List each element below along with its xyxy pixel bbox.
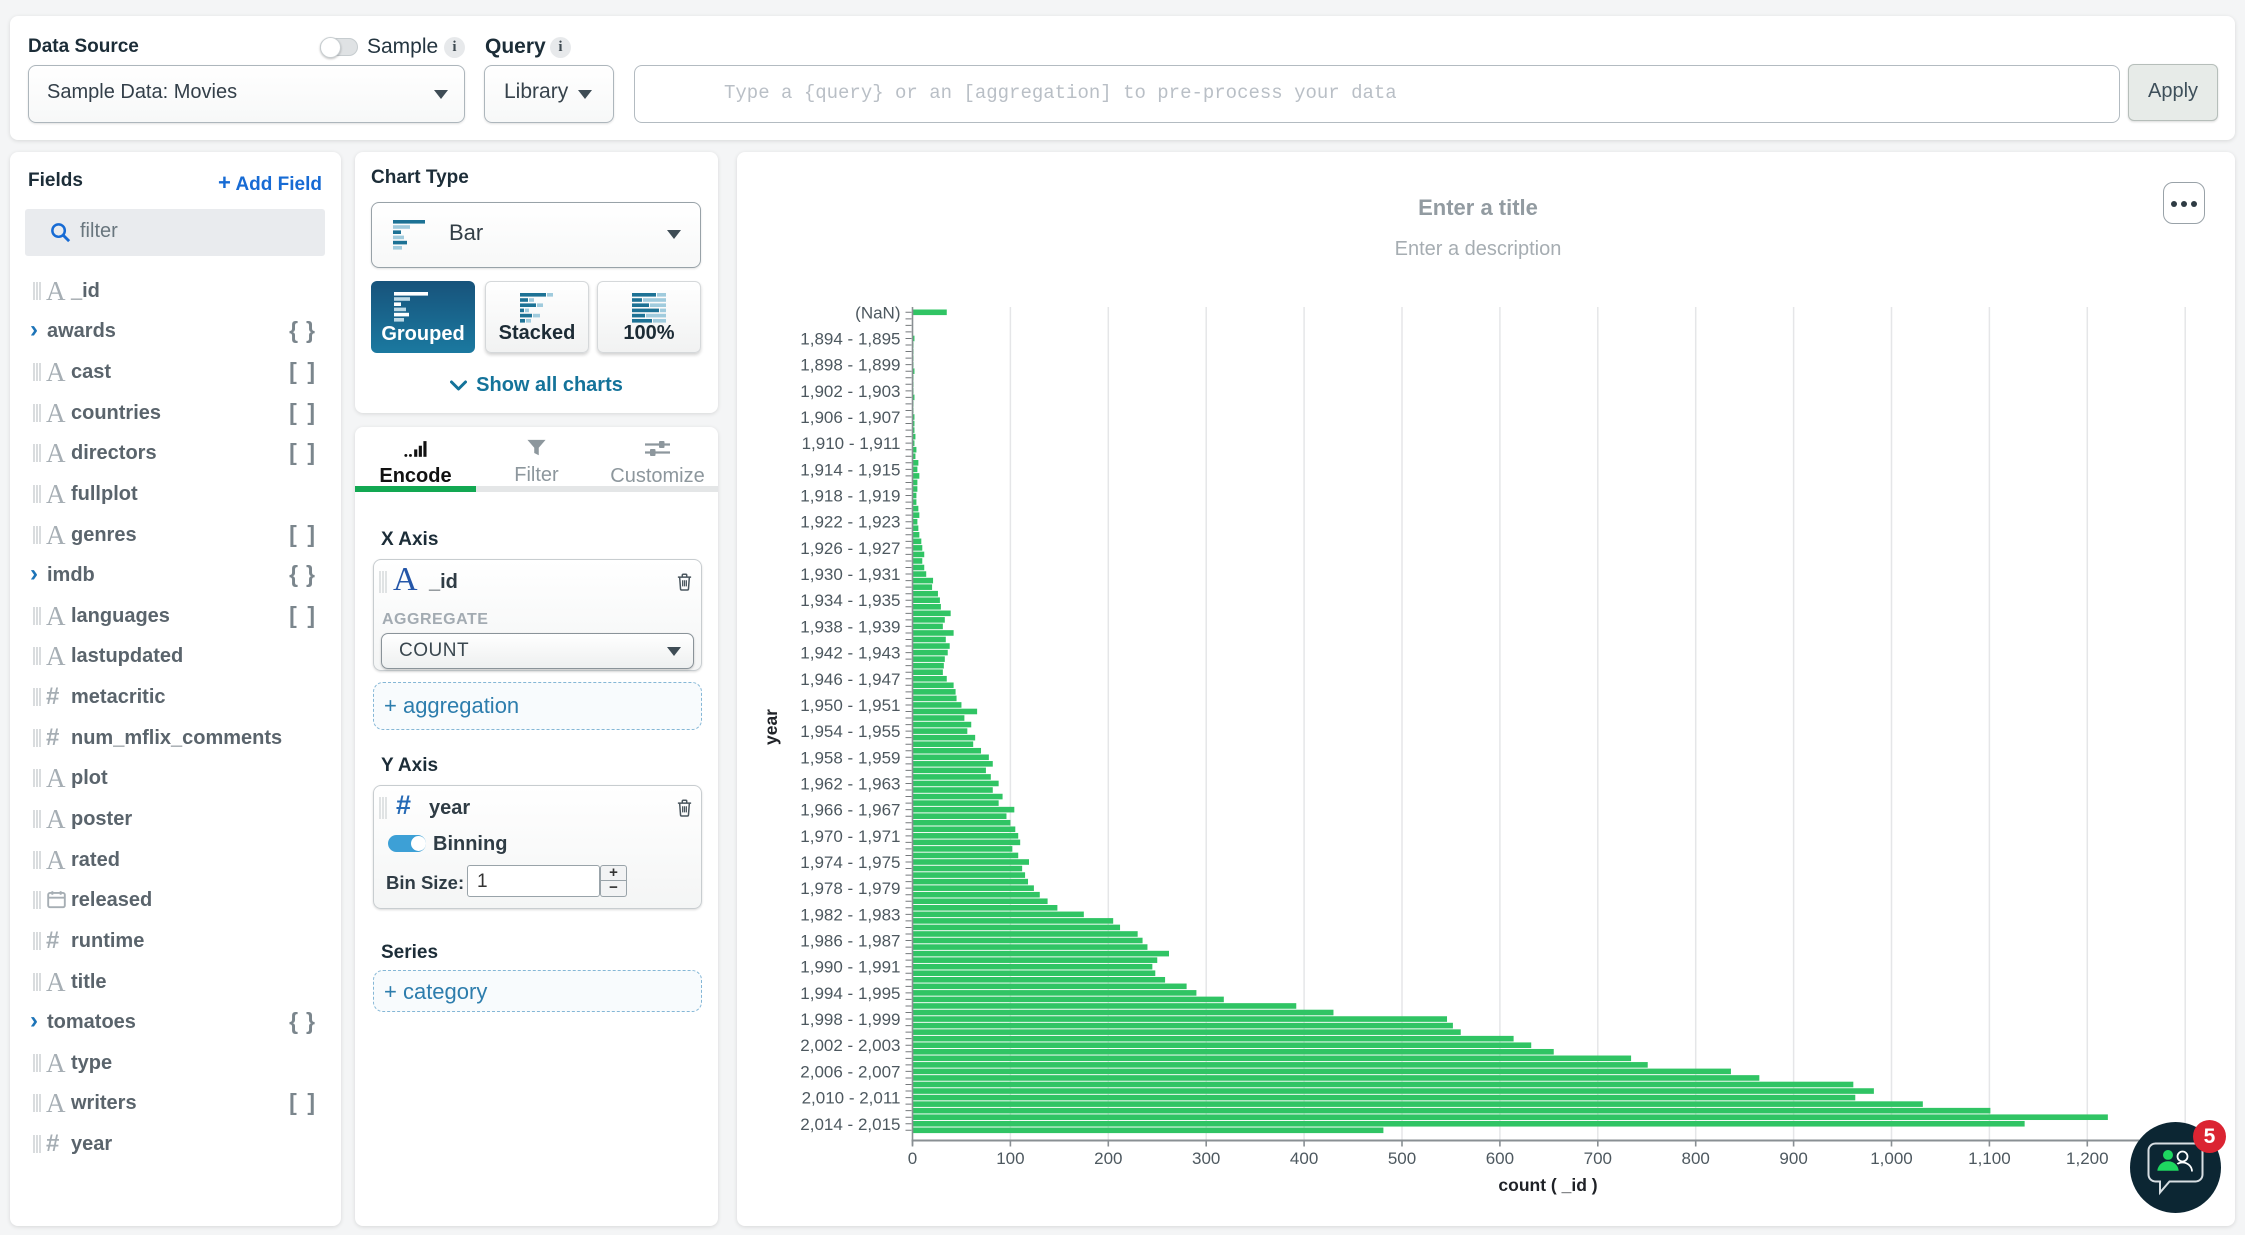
svg-text:1,910 - 1,911: 1,910 - 1,911 [802,434,901,453]
svg-text:400: 400 [1290,1149,1318,1168]
svg-text:2,006 - 2,007: 2,006 - 2,007 [800,1062,900,1081]
svg-text:1,954 - 1,955: 1,954 - 1,955 [800,722,900,741]
svg-text:1,914 - 1,915: 1,914 - 1,915 [800,460,900,479]
svg-text:0: 0 [908,1149,917,1168]
svg-text:300: 300 [1192,1149,1220,1168]
svg-text:700: 700 [1584,1149,1612,1168]
svg-text:200: 200 [1094,1149,1122,1168]
svg-text:100: 100 [996,1149,1024,1168]
svg-text:count ( _id ): count ( _id ) [1498,1175,1597,1195]
svg-text:1,962 - 1,963: 1,962 - 1,963 [800,774,900,793]
svg-text:1,978 - 1,979: 1,978 - 1,979 [800,879,900,898]
svg-text:1,970 - 1,971: 1,970 - 1,971 [800,827,900,846]
svg-text:1,946 - 1,947: 1,946 - 1,947 [800,670,900,689]
svg-text:1,922 - 1,923: 1,922 - 1,923 [800,513,900,532]
svg-text:1,982 - 1,983: 1,982 - 1,983 [800,905,900,924]
svg-text:1,958 - 1,959: 1,958 - 1,959 [800,748,900,767]
svg-text:1,966 - 1,967: 1,966 - 1,967 [800,801,900,820]
svg-text:2,010 - 2,011: 2,010 - 2,011 [802,1089,901,1108]
svg-text:1,930 - 1,931: 1,930 - 1,931 [800,565,900,584]
svg-text:1,906 - 1,907: 1,906 - 1,907 [800,408,900,427]
svg-text:500: 500 [1388,1149,1416,1168]
svg-text:1,990 - 1,991: 1,990 - 1,991 [800,958,900,977]
svg-text:1,974 - 1,975: 1,974 - 1,975 [800,853,900,872]
svg-text:1,898 - 1,899: 1,898 - 1,899 [800,356,900,375]
svg-text:2,014 - 2,015: 2,014 - 2,015 [800,1115,900,1134]
svg-text:1,994 - 1,995: 1,994 - 1,995 [800,984,900,1003]
svg-text:1,926 - 1,927: 1,926 - 1,927 [800,539,900,558]
svg-text:1,942 - 1,943: 1,942 - 1,943 [800,644,900,663]
svg-text:1,000: 1,000 [1870,1149,1913,1168]
svg-text:1,100: 1,100 [1968,1149,2011,1168]
svg-text:1,938 - 1,939: 1,938 - 1,939 [800,617,900,636]
svg-text:2,002 - 2,003: 2,002 - 2,003 [800,1036,900,1055]
svg-text:900: 900 [1779,1149,1807,1168]
svg-text:year: year [761,709,781,745]
svg-text:1,902 - 1,903: 1,902 - 1,903 [800,382,900,401]
svg-text:800: 800 [1682,1149,1710,1168]
svg-text:1,986 - 1,987: 1,986 - 1,987 [800,932,900,951]
svg-text:1,894 - 1,895: 1,894 - 1,895 [800,329,900,348]
svg-text:1,950 - 1,951: 1,950 - 1,951 [800,696,900,715]
svg-text:1,998 - 1,999: 1,998 - 1,999 [800,1010,900,1029]
svg-text:600: 600 [1486,1149,1514,1168]
svg-text:(NaN): (NaN) [855,303,900,322]
svg-text:1,934 - 1,935: 1,934 - 1,935 [800,591,900,610]
svg-text:1,918 - 1,919: 1,918 - 1,919 [800,487,900,506]
svg-text:1,200: 1,200 [2066,1149,2109,1168]
